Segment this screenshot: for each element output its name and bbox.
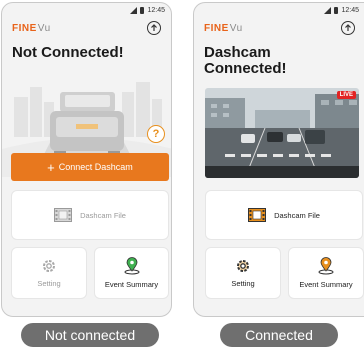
- connect-button-label: Connect Dashcam: [58, 162, 133, 172]
- title-line-1: Dashcam: [204, 44, 271, 61]
- setting-label: Setting: [37, 279, 61, 288]
- upload-icon[interactable]: [341, 21, 355, 35]
- finevu-logo: FINE Vu: [12, 23, 51, 34]
- status-bar: 12:45: [2, 3, 171, 17]
- location-pin-icon: [124, 257, 139, 275]
- setting-label: Setting: [231, 279, 255, 288]
- dashcam-file-card[interactable]: Dashcam File: [205, 190, 363, 240]
- page-title: Not Connected!: [12, 44, 124, 61]
- dashcam-file-label: Dashcam File: [80, 210, 126, 220]
- event-summary-card[interactable]: Event Summary: [288, 247, 364, 299]
- live-camera-image: [205, 88, 359, 178]
- phone-not-connected: 12:45 FINE Vu Not Connected! ? + Connect…: [1, 2, 172, 317]
- title-line-2: Connected!: [204, 60, 287, 77]
- help-icon[interactable]: ?: [147, 125, 165, 143]
- battery-icon: [140, 6, 145, 14]
- plus-icon: +: [47, 159, 55, 175]
- connect-dashcam-button[interactable]: + Connect Dashcam: [11, 153, 169, 181]
- status-time: 12:45: [341, 6, 359, 14]
- upload-icon[interactable]: [147, 21, 161, 35]
- signal-icon: [324, 6, 332, 14]
- gear-icon: [43, 260, 55, 272]
- app-header: FINE Vu: [194, 17, 364, 39]
- battery-icon: [334, 6, 339, 14]
- dashcam-file-card[interactable]: Dashcam File: [11, 190, 169, 240]
- caption-connected: Connected: [220, 323, 338, 347]
- event-summary-label: Event Summary: [104, 280, 159, 289]
- signal-icon: [130, 6, 138, 14]
- dashcam-file-label: Dashcam File: [274, 210, 320, 220]
- finevu-logo: FINE Vu: [204, 23, 243, 34]
- page-title: Dashcam Connected!: [194, 39, 364, 77]
- logo-vu: Vu: [229, 22, 243, 34]
- logo-fine: FINE: [204, 22, 229, 34]
- film-icon: [248, 208, 267, 222]
- caption-not-connected: Not connected: [21, 323, 159, 347]
- location-pin-icon: [318, 257, 334, 275]
- status-bar: 12:45: [194, 3, 364, 17]
- setting-card[interactable]: Setting: [11, 247, 87, 299]
- logo-fine: FINE: [12, 22, 37, 34]
- app-header: FINE Vu: [2, 17, 171, 39]
- gear-icon: [237, 260, 249, 272]
- live-view[interactable]: LIVE: [205, 88, 359, 178]
- event-summary-label: Event Summary: [299, 280, 353, 289]
- setting-card[interactable]: Setting: [205, 247, 281, 299]
- film-icon: [54, 208, 73, 222]
- phone-connected: 12:45 FINE Vu Dashcam Connected! LIVE Da…: [193, 2, 364, 317]
- event-summary-card[interactable]: Event Summary: [94, 247, 169, 299]
- live-badge: LIVE: [336, 91, 356, 99]
- logo-vu: Vu: [37, 22, 51, 34]
- status-time: 12:45: [147, 6, 165, 14]
